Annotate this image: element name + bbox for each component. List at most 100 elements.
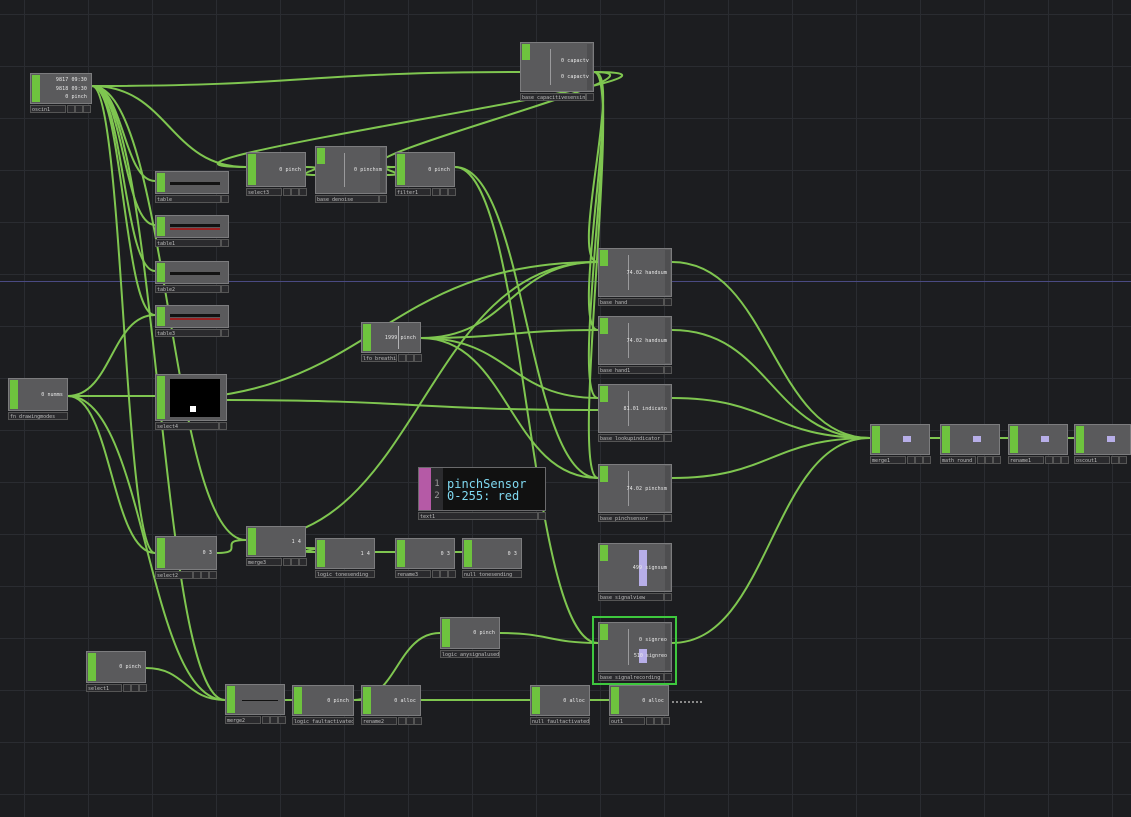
node-merge3[interactable]: 1 4 merge3 bbox=[246, 526, 307, 566]
node-select3[interactable]: 0 pinch select3 bbox=[246, 152, 307, 196]
bypass-toggle[interactable] bbox=[1119, 456, 1127, 464]
node-out1[interactable]: 0 alloc out1 bbox=[609, 685, 670, 725]
node-base-signalview[interactable]: 499 signsum base_signalview bbox=[598, 543, 672, 601]
node-table1[interactable]: table1 bbox=[155, 215, 229, 247]
node-oscout1[interactable]: oscout1 bbox=[1074, 424, 1131, 464]
viewer-toggle[interactable] bbox=[538, 512, 546, 520]
lock-toggle[interactable] bbox=[448, 188, 456, 196]
lock-toggle[interactable] bbox=[299, 558, 307, 566]
viewer-toggle[interactable] bbox=[664, 593, 672, 601]
viewer-toggle[interactable] bbox=[283, 188, 291, 196]
viewer-toggle[interactable] bbox=[219, 422, 227, 430]
node-null-faultactivated[interactable]: 0 alloc null_faultactivated bbox=[530, 685, 590, 725]
viewer-toggle[interactable] bbox=[221, 239, 229, 247]
node-value: 0 alloc bbox=[394, 697, 416, 704]
wire bbox=[216, 539, 247, 554]
node-oscin1[interactable]: 9817 09:30 9818 09:30 0 pinch oscin1 bbox=[30, 73, 92, 113]
bypass-toggle[interactable] bbox=[75, 105, 83, 113]
bypass-toggle[interactable] bbox=[440, 188, 448, 196]
lock-toggle[interactable] bbox=[414, 717, 422, 725]
bypass-toggle[interactable] bbox=[131, 684, 139, 692]
lock-toggle[interactable] bbox=[299, 188, 307, 196]
bypass-toggle[interactable] bbox=[915, 456, 923, 464]
node-base-hand1[interactable]: 74.02 handsum base_hand1 bbox=[598, 316, 672, 374]
lock-toggle[interactable] bbox=[662, 717, 670, 725]
viewer-toggle[interactable] bbox=[586, 93, 594, 101]
viewer-toggle[interactable] bbox=[646, 717, 654, 725]
node-table2[interactable]: table2 bbox=[155, 261, 229, 293]
node-base-capacitivesensing[interactable]: 0 capactv 0 capactv base_capacitivesensi… bbox=[520, 42, 594, 101]
viewer-toggle[interactable] bbox=[664, 434, 672, 442]
node-base-denoise[interactable]: 0 pinchsm base_denoise bbox=[315, 146, 387, 203]
node-logic-tonesending[interactable]: 1 4 logic_tonesending bbox=[315, 538, 375, 578]
viewer-toggle[interactable] bbox=[283, 558, 291, 566]
node-null-tonesending[interactable]: 0 3 null_tonesending bbox=[462, 538, 522, 578]
viewer-toggle[interactable] bbox=[379, 195, 387, 203]
lock-toggle[interactable] bbox=[83, 105, 91, 113]
lock-toggle[interactable] bbox=[278, 716, 286, 724]
bypass-toggle[interactable] bbox=[406, 354, 414, 362]
node-label: logic_anysignalused bbox=[440, 650, 500, 658]
viewer-toggle[interactable] bbox=[664, 298, 672, 306]
node-filter1[interactable]: 0 pinch filter1 bbox=[395, 152, 456, 196]
bypass-toggle[interactable] bbox=[654, 717, 662, 725]
node-table3[interactable]: table3 bbox=[155, 305, 229, 337]
node-rename1[interactable]: rename1 bbox=[1008, 424, 1069, 464]
viewer-toggle[interactable] bbox=[664, 366, 672, 374]
viewer-toggle[interactable] bbox=[977, 456, 985, 464]
bypass-toggle[interactable] bbox=[440, 570, 448, 578]
lock-toggle[interactable] bbox=[923, 456, 931, 464]
viewer-toggle[interactable] bbox=[221, 329, 229, 337]
bypass-toggle[interactable] bbox=[201, 571, 209, 579]
viewer-toggle[interactable] bbox=[262, 716, 270, 724]
node-merge2[interactable]: merge2 bbox=[225, 684, 286, 724]
viewer-toggle[interactable] bbox=[432, 188, 440, 196]
viewer-toggle[interactable] bbox=[664, 673, 672, 681]
lock-toggle[interactable] bbox=[993, 456, 1001, 464]
node-lfo-breathing[interactable]: 1999 pinch lfo_breathing bbox=[361, 322, 422, 362]
lock-toggle[interactable] bbox=[1061, 456, 1069, 464]
bypass-toggle[interactable] bbox=[270, 716, 278, 724]
viewer-toggle[interactable] bbox=[193, 571, 201, 579]
viewer-toggle[interactable] bbox=[67, 105, 75, 113]
bypass-toggle[interactable] bbox=[1053, 456, 1061, 464]
node-base-pinchsensor[interactable]: 74.02 pinchsm base_pinchsensor bbox=[598, 464, 672, 522]
node-logic-anysignalused[interactable]: 0 pinch logic_anysignalused bbox=[440, 617, 500, 658]
node-text1[interactable]: 12 pinchSensor 0-255: red bbox=[418, 467, 546, 511]
node-base-hand[interactable]: 74.02 handsum base_hand bbox=[598, 248, 672, 306]
bypass-toggle[interactable] bbox=[985, 456, 993, 464]
bypass-toggle[interactable] bbox=[291, 558, 299, 566]
viewer-toggle[interactable] bbox=[398, 354, 406, 362]
viewer-toggle[interactable] bbox=[123, 684, 131, 692]
node-logic-faultactivated[interactable]: 0 pinch logic_faultactivated bbox=[292, 685, 354, 725]
node-base-signalrecording[interactable]: 0 signreo 510 signreo base_signalrecordi… bbox=[592, 616, 677, 685]
lock-toggle[interactable] bbox=[448, 570, 456, 578]
lock-toggle[interactable] bbox=[209, 571, 217, 579]
viewer-toggle[interactable] bbox=[1111, 456, 1119, 464]
node-rename3[interactable]: 0 3 rename3 bbox=[395, 538, 456, 578]
node-select4[interactable]: select4 bbox=[155, 374, 227, 430]
node-select2[interactable]: 0 3 select2 bbox=[155, 536, 217, 579]
node-label: oscin1 bbox=[30, 105, 66, 113]
node-table[interactable]: table bbox=[155, 171, 229, 203]
viewer-toggle[interactable] bbox=[398, 717, 406, 725]
bypass-toggle[interactable] bbox=[291, 188, 299, 196]
node-select1[interactable]: 0 pinch select1 bbox=[86, 651, 147, 692]
lock-toggle[interactable] bbox=[414, 354, 422, 362]
lock-toggle[interactable] bbox=[139, 684, 147, 692]
node-base-lookupindicator[interactable]: 81.01 indicato base_lookupindicator bbox=[598, 384, 672, 442]
viewer-toggle[interactable] bbox=[1045, 456, 1053, 464]
viewer-toggle[interactable] bbox=[907, 456, 915, 464]
viewer-toggle[interactable] bbox=[432, 570, 440, 578]
waveform-line bbox=[242, 700, 278, 701]
viewer-toggle[interactable] bbox=[664, 514, 672, 522]
node-merge1[interactable]: merge1 bbox=[870, 424, 931, 464]
node-value: 74.02 handsum bbox=[626, 337, 667, 344]
viewer-toggle[interactable] bbox=[221, 195, 229, 203]
node-fn-drawingmodes[interactable]: 0 numms fn_drawingmodes bbox=[8, 378, 68, 420]
viewer-toggle[interactable] bbox=[221, 285, 229, 293]
node-math-round[interactable]: math_round bbox=[940, 424, 1001, 464]
node-value: 510 signreo bbox=[633, 652, 667, 659]
node-rename2[interactable]: 0 alloc rename2 bbox=[361, 685, 422, 725]
bypass-toggle[interactable] bbox=[406, 717, 414, 725]
